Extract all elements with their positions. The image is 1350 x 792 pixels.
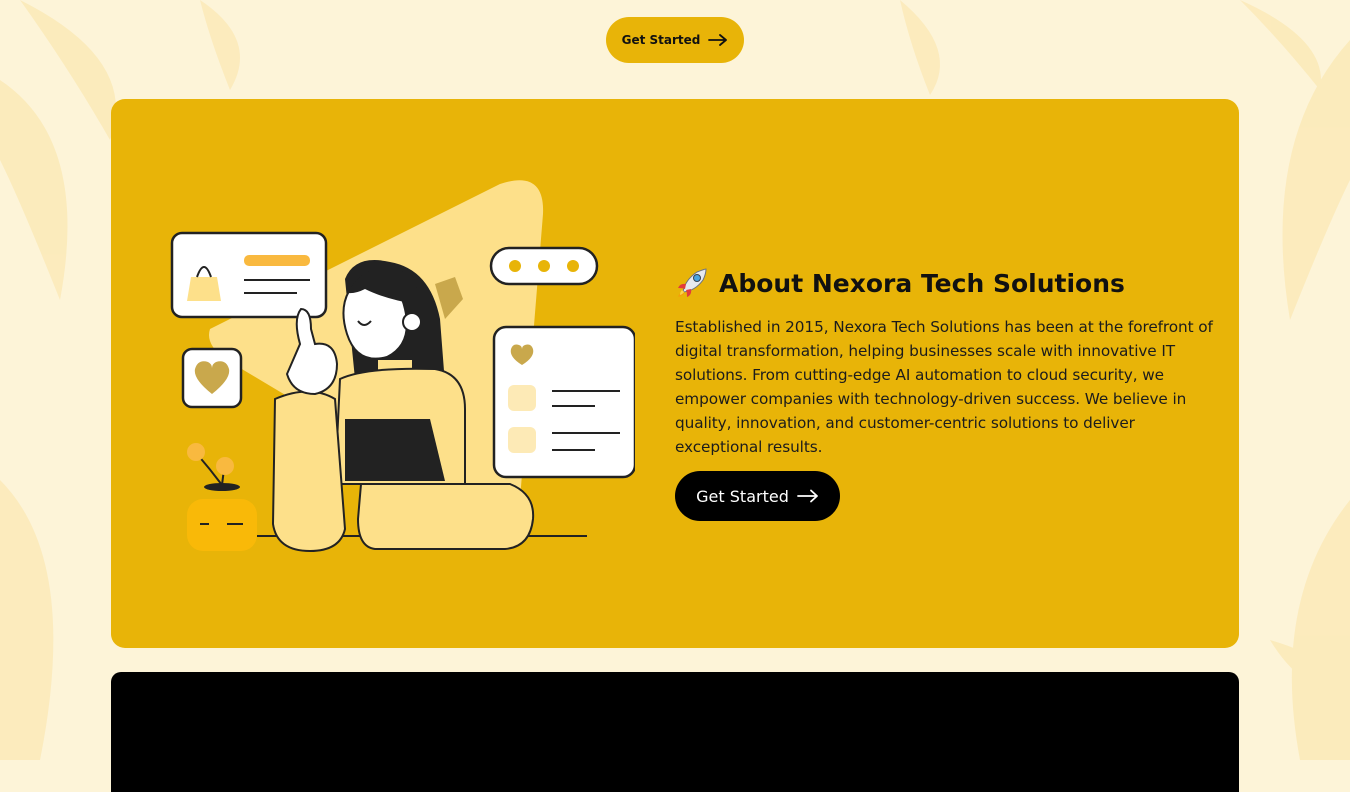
hero-get-started-button[interactable]: Get Started xyxy=(606,17,744,63)
rocket-icon xyxy=(678,268,707,297)
about-title: About Nexora Tech Solutions xyxy=(675,265,1223,301)
about-description: Established in 2015, Nexora Tech Solutio… xyxy=(675,318,1213,456)
about-illustration xyxy=(170,180,635,553)
hero-get-started-label: Get Started xyxy=(621,33,701,47)
about-get-started-label: Get Started xyxy=(696,486,789,506)
about-title-text: About Nexora Tech Solutions xyxy=(719,268,1125,298)
about-get-started-button[interactable]: Get Started xyxy=(675,471,840,521)
about-section: About Nexora Tech Solutions Established … xyxy=(111,99,1239,648)
about-content: About Nexora Tech Solutions Established … xyxy=(675,265,1223,521)
arrow-right-icon xyxy=(708,34,728,46)
arrow-right-icon xyxy=(796,489,818,503)
next-section-panel xyxy=(111,672,1239,792)
